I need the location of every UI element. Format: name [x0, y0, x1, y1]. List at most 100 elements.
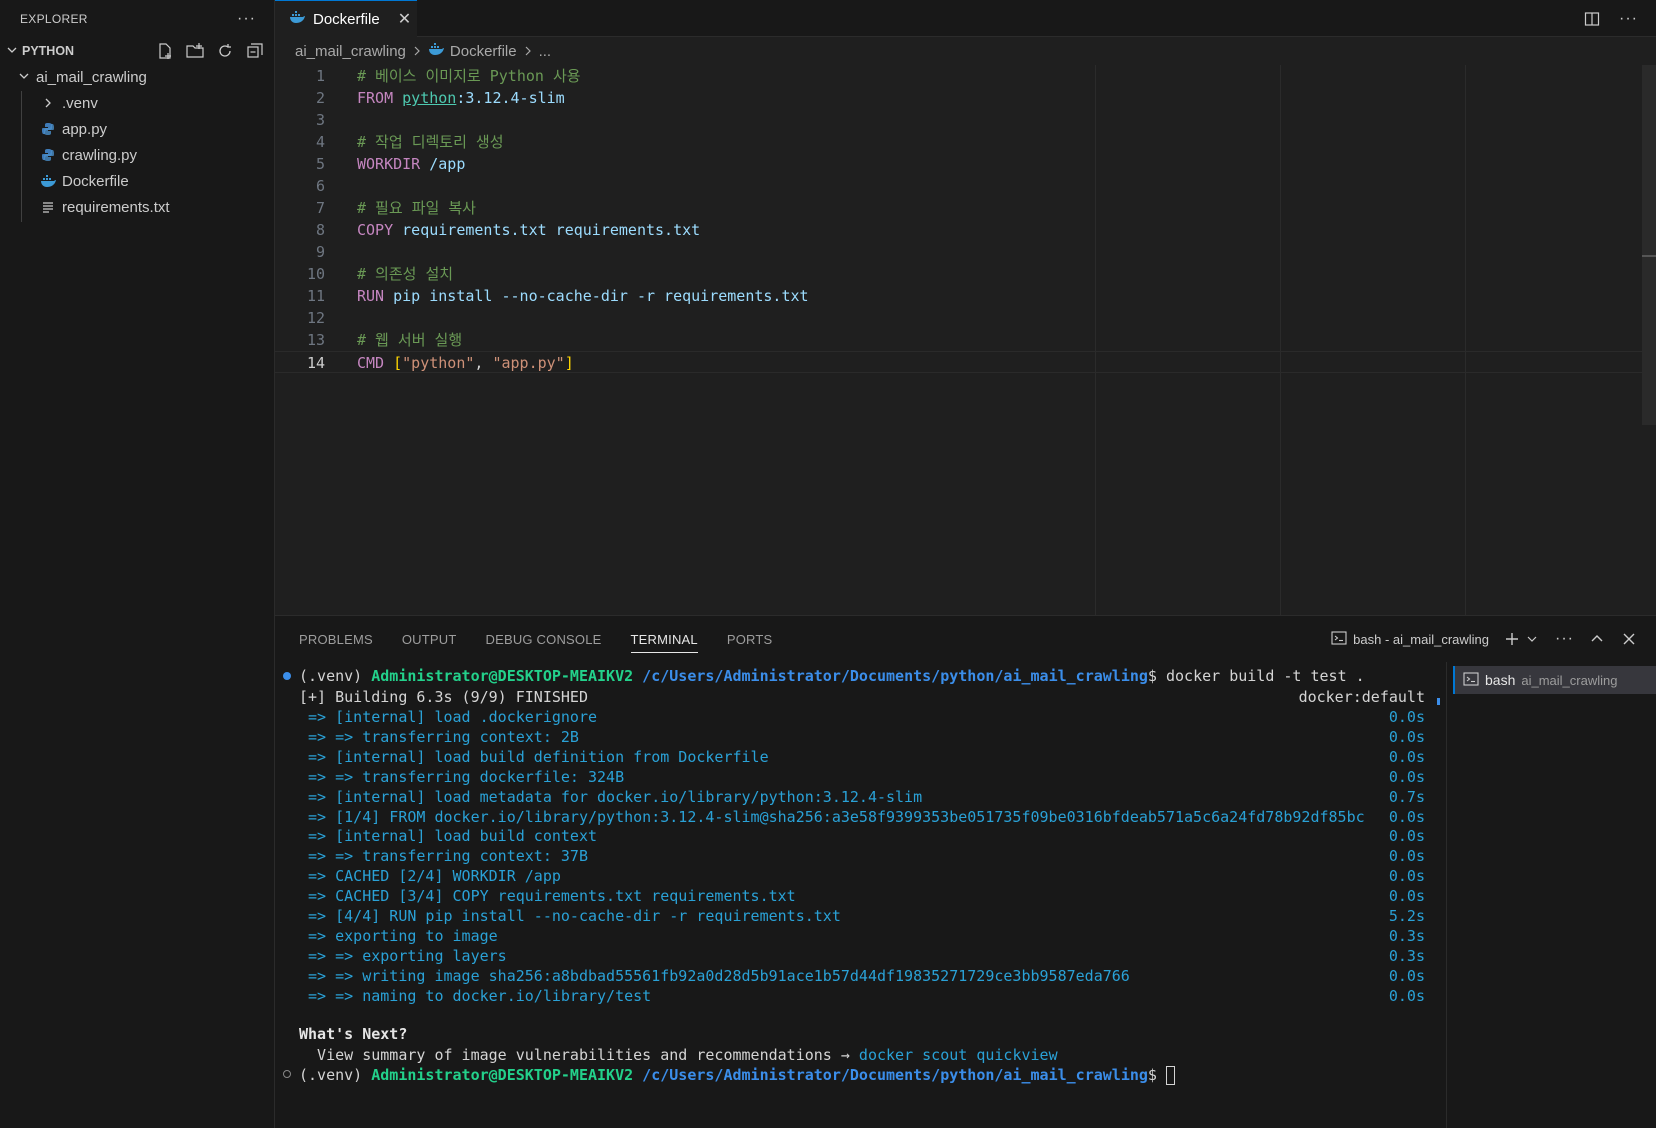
- line-number: 2: [315, 89, 325, 107]
- code-separator: ,: [474, 354, 493, 372]
- tab-problems[interactable]: PROBLEMS: [299, 616, 373, 662]
- code-keyword: COPY: [357, 221, 394, 239]
- docker-icon: [428, 42, 444, 60]
- code-line: 6: [275, 175, 1656, 197]
- tree-item-requirements[interactable]: requirements.txt: [0, 194, 274, 220]
- tab-ports[interactable]: PORTS: [727, 616, 773, 662]
- refresh-icon[interactable]: [216, 42, 234, 60]
- workspace-label: PYTHON: [22, 44, 75, 58]
- prompt-venv: (.venv): [299, 1066, 372, 1084]
- scrollbar-marker: [1437, 698, 1440, 705]
- close-icon[interactable]: ✕: [398, 9, 411, 29]
- breadcrumb: ai_mail_crawling Dockerfile ...: [275, 37, 1656, 65]
- code-comment: # 의존성 설치: [357, 265, 454, 283]
- tab-output[interactable]: OUTPUT: [402, 616, 457, 662]
- code-keyword: WORKDIR: [357, 155, 421, 173]
- build-step: => [internal] load metadata for docker.i…: [299, 788, 923, 806]
- code-image-link[interactable]: python: [402, 89, 456, 107]
- prompt-symbol: $: [1147, 1066, 1166, 1084]
- editor-tab-bar: Dockerfile ✕ ···: [275, 0, 1656, 37]
- build-step: => => transferring context: 37B: [299, 847, 588, 865]
- build-step: => => naming to docker.io/library/test: [299, 987, 652, 1005]
- tree-item-label: crawling.py: [62, 146, 138, 164]
- new-folder-icon[interactable]: [186, 42, 204, 60]
- build-step-time: 0.0s: [1388, 768, 1425, 786]
- build-step: => => transferring context: 2B: [299, 728, 579, 746]
- editor-scrollbar[interactable]: [1642, 65, 1656, 425]
- folder-ai-mail-crawling[interactable]: ai_mail_crawling: [0, 64, 274, 90]
- tab-dockerfile[interactable]: Dockerfile ✕: [275, 0, 417, 37]
- close-panel-icon[interactable]: [1620, 630, 1638, 648]
- line-number: 6: [315, 177, 325, 195]
- code-line: 10 # 의존성 설치: [275, 263, 1656, 285]
- build-step: => => exporting layers: [299, 947, 507, 965]
- tree-item-dockerfile[interactable]: Dockerfile: [0, 168, 274, 194]
- tree-item-venv[interactable]: .venv: [0, 90, 274, 116]
- line-number: 3: [315, 111, 325, 129]
- tree-item-app-py[interactable]: app.py: [0, 116, 274, 142]
- explorer-more-icon[interactable]: ···: [237, 10, 256, 28]
- code-keyword: FROM: [357, 89, 394, 107]
- breadcrumb-more[interactable]: ...: [539, 43, 552, 60]
- builder-name: docker:default: [1298, 688, 1425, 706]
- code-line: 9: [275, 241, 1656, 263]
- terminal-list-sub: ai_mail_crawling: [1521, 672, 1618, 688]
- tab-terminal[interactable]: TERMINAL: [630, 616, 699, 662]
- build-step: => [1/4] FROM docker.io/library/python:3…: [299, 808, 1365, 826]
- build-step-time: 0.0s: [1388, 708, 1425, 726]
- terminal-output[interactable]: (.venv) Administrator@DESKTOP-MEAIKV2 /c…: [275, 662, 1425, 1128]
- panel-more-icon[interactable]: ···: [1555, 630, 1574, 648]
- tab-debug-console[interactable]: DEBUG CONSOLE: [486, 616, 602, 662]
- breadcrumb-folder[interactable]: ai_mail_crawling: [295, 43, 406, 60]
- code-line-active: 14 CMD ["python", "app.py"]: [275, 351, 1656, 373]
- collapse-all-icon[interactable]: [246, 42, 264, 60]
- build-step-time: 0.0s: [1388, 748, 1425, 766]
- explorer-title: EXPLORER: [20, 11, 88, 26]
- prompt-path: /c/Users/Administrator/Documents/python/…: [633, 667, 1148, 685]
- workspace-section-header[interactable]: PYTHON: [0, 38, 274, 64]
- command-pending-dot[interactable]: [283, 1070, 291, 1078]
- build-step: => CACHED [3/4] COPY requirements.txt re…: [299, 887, 796, 905]
- hint-line: View summary of image vulnerabilities an…: [299, 1045, 1058, 1066]
- build-step: => [internal] load .dockerignore: [299, 708, 598, 726]
- tree-item-label: requirements.txt: [62, 198, 170, 216]
- chevron-down-icon[interactable]: [1523, 630, 1541, 648]
- build-step: => [internal] load build definition from…: [299, 748, 769, 766]
- build-step-time: 0.0s: [1388, 987, 1425, 1005]
- chevron-right-icon: [40, 95, 56, 111]
- add-terminal-icon[interactable]: [1503, 630, 1521, 648]
- build-step-time: 0.0s: [1388, 808, 1425, 826]
- terminal-icon: [1463, 671, 1479, 690]
- build-step-time: 0.3s: [1388, 927, 1425, 945]
- breadcrumb-file[interactable]: Dockerfile: [450, 43, 517, 60]
- prompt-command: docker build -t test .: [1165, 667, 1365, 685]
- build-status-line: [+] Building 6.3s (9/9) FINISHED: [299, 688, 588, 706]
- build-step-time: 0.0s: [1388, 847, 1425, 865]
- build-step-time: 0.7s: [1388, 788, 1425, 806]
- command-success-dot[interactable]: [283, 672, 291, 680]
- code-comment: # 베이스 이미지로 Python 사용: [357, 67, 581, 85]
- code-line: 11 RUN pip install --no-cache-dir -r requ…: [275, 285, 1656, 307]
- code-line: 12: [275, 307, 1656, 329]
- editor-more-icon[interactable]: ···: [1619, 10, 1638, 28]
- terminal-list-item[interactable]: bash ai_mail_crawling: [1453, 666, 1656, 694]
- code-line: 2 FROM python:3.12.4-slim: [275, 87, 1656, 109]
- hint-link[interactable]: docker scout quickview: [859, 1046, 1058, 1064]
- line-number: 4: [315, 133, 325, 151]
- tree-item-crawling-py[interactable]: crawling.py: [0, 142, 274, 168]
- terminal-selector[interactable]: bash - ai_mail_crawling: [1331, 630, 1489, 649]
- build-step-time: 0.0s: [1388, 967, 1425, 985]
- split-editor-icon[interactable]: [1583, 10, 1601, 28]
- build-step: => => transferring dockerfile: 324B: [299, 768, 625, 786]
- terminal-name: bash - ai_mail_crawling: [1353, 631, 1490, 647]
- code-comment: # 작업 디렉토리 생성: [357, 133, 504, 151]
- code-line: 1 # 베이스 이미지로 Python 사용: [275, 65, 1656, 87]
- line-number: 8: [315, 221, 325, 239]
- tree-item-label: app.py: [62, 120, 108, 138]
- new-file-icon[interactable]: [156, 42, 174, 60]
- code-keyword: CMD: [357, 354, 385, 372]
- code-editor[interactable]: 1 # 베이스 이미지로 Python 사용 2 FROM python:3.12.…: [275, 65, 1656, 615]
- code-keyword: RUN: [357, 287, 385, 305]
- hint-text: View summary of image vulnerabilities an…: [299, 1046, 859, 1064]
- maximize-panel-icon[interactable]: [1588, 630, 1606, 648]
